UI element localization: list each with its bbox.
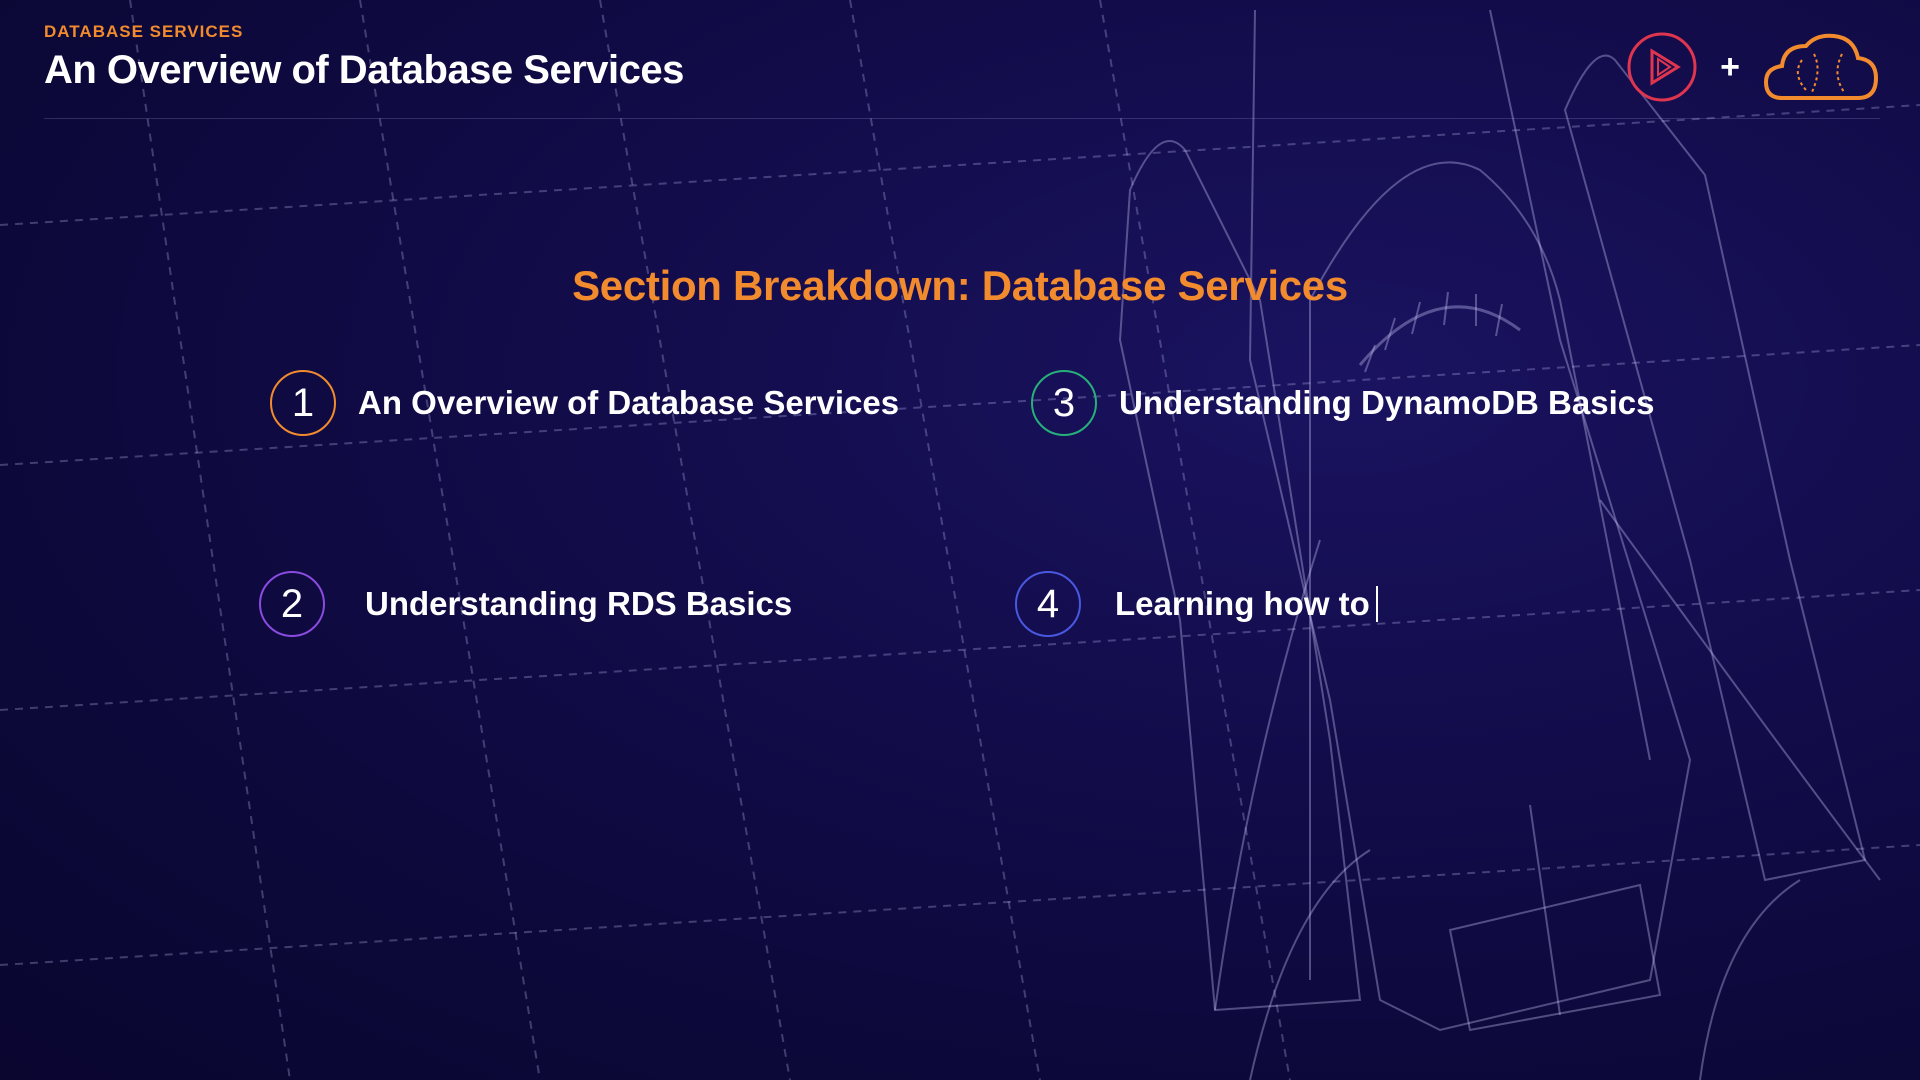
breakdown-item-1: 1 An Overview of Database Services [270,370,899,436]
item-label: Understanding DynamoDB Basics [1119,384,1655,421]
item-label: Learning how to [1115,585,1370,622]
page-title: An Overview of Database Services [44,48,684,92]
item-number-badge: 4 [1015,571,1081,637]
section-eyebrow: DATABASE SERVICES [44,22,244,41]
item-label: Understanding RDS Basics [365,585,793,622]
breakdown-item-3: 3 Understanding DynamoDB Basics [1031,370,1654,436]
header: DATABASE SERVICES An Overview of Databas… [44,22,684,93]
cloud-logo-icon [1763,33,1879,100]
header-divider [44,118,1880,119]
section-title: Section Breakdown: Database Services [572,262,1348,309]
background-grid-rocket [0,0,1920,1080]
plus-sign: + [1720,48,1740,86]
breakdown-item-4: 4 Learning how to [1015,571,1378,637]
item-number-badge: 3 [1031,370,1097,436]
item-label: An Overview of Database Services [358,384,900,421]
text-cursor [1375,586,1378,622]
breakdown-item-2: 2 Understanding RDS Basics [259,571,792,637]
brand-logos: + [1626,30,1880,104]
pluralsight-play-icon [1627,32,1697,102]
item-number-badge: 1 [270,370,336,436]
item-number-badge: 2 [259,571,325,637]
